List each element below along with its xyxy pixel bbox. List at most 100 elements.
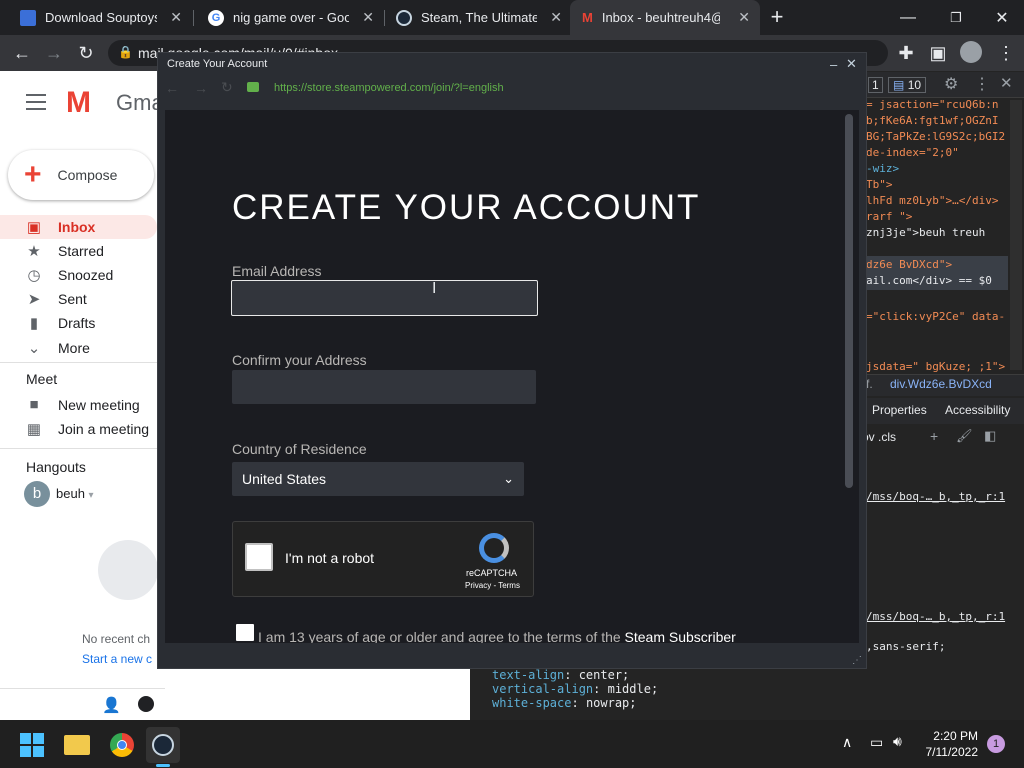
- close-icon[interactable]: ✕: [738, 9, 750, 26]
- code-line: lhFd mz0Lyb">…</div>: [866, 194, 999, 207]
- email-field[interactable]: [231, 280, 538, 316]
- add-rule-icon[interactable]: +: [930, 428, 938, 444]
- windows-start-icon[interactable]: [20, 733, 44, 757]
- clock-time[interactable]: 2:20 PM: [930, 729, 978, 743]
- hangouts-user[interactable]: beuh ▾: [56, 486, 94, 501]
- dialog-close-button[interactable]: ✕: [846, 56, 857, 72]
- chrome-icon[interactable]: [110, 733, 134, 757]
- clock-date[interactable]: 7/11/2022: [918, 745, 979, 759]
- maximize-button[interactable]: ❐: [932, 0, 980, 35]
- country-select[interactable]: United States ⌄: [232, 462, 524, 496]
- forward-button[interactable]: →: [38, 35, 70, 71]
- sidebar-item-starred[interactable]: ★ Starred: [26, 242, 104, 260]
- side-panel-icon[interactable]: ▣: [922, 35, 954, 71]
- tab-souptoys[interactable]: Download Souptoys 1.4 ✕: [8, 0, 192, 35]
- steam-taskbar-item[interactable]: [146, 727, 180, 763]
- code-line: Tb">: [866, 178, 893, 191]
- reload-button[interactable]: ↻: [70, 35, 102, 71]
- clock-icon: ◷: [27, 267, 41, 284]
- person-icon[interactable]: 👤: [102, 696, 121, 714]
- code-line: znj3je">beuh treuh: [866, 226, 986, 239]
- breadcrumb-item[interactable]: div.Wdz6e.BvDXcd: [890, 377, 992, 391]
- chevron-down-icon: ⌄: [503, 471, 514, 486]
- text-cursor-icon: I: [432, 280, 437, 297]
- tab-accessibility[interactable]: Accessibility: [945, 403, 1010, 417]
- volume-icon[interactable]: 🔊︎: [893, 733, 902, 750]
- new-tab-button[interactable]: +: [764, 5, 790, 31]
- settings-gear-icon[interactable]: ⚙: [944, 74, 958, 94]
- reload-icon[interactable]: ↻: [221, 79, 233, 96]
- close-window-button[interactable]: ✕: [978, 0, 1024, 35]
- tab-google-search[interactable]: G nig game over - Googl ✕: [196, 0, 384, 35]
- css-font-line: ,sans-serif;: [866, 640, 946, 653]
- file-explorer-icon[interactable]: [64, 735, 90, 755]
- google-icon: G: [208, 9, 224, 26]
- devtools-counter-b[interactable]: ▤ 10: [888, 77, 927, 93]
- close-icon[interactable]: ✕: [170, 9, 182, 26]
- devtools-scrollbar[interactable]: [1010, 100, 1022, 370]
- sidebar-item-label: Starred: [58, 243, 104, 259]
- paint-icon[interactable]: 🖌: [956, 428, 973, 444]
- start-new-link[interactable]: Start a new c: [82, 652, 152, 666]
- sidebar-item-label: More: [58, 340, 90, 356]
- extensions-icon[interactable]: ✚: [890, 35, 922, 71]
- avatar[interactable]: b: [24, 481, 50, 507]
- compose-button[interactable]: + Compose: [8, 150, 154, 200]
- sidebar-toggle-icon[interactable]: ◧: [984, 428, 996, 444]
- forward-arrow-icon[interactable]: →: [194, 80, 208, 96]
- join-meeting-link[interactable]: ▦ Join a meeting: [26, 420, 149, 438]
- menu-icon[interactable]: [26, 94, 46, 110]
- terms-checkbox[interactable]: [236, 624, 254, 641]
- active-app-indicator: [156, 764, 170, 767]
- back-button[interactable]: ←: [6, 35, 38, 71]
- scrollbar-thumb[interactable]: [845, 114, 853, 488]
- terms-link[interactable]: Steam Subscriber: [625, 629, 736, 643]
- confirm-email-field[interactable]: [232, 370, 536, 404]
- close-icon[interactable]: ✕: [550, 9, 562, 26]
- terms-text-body: I am 13 years of age or older and agree …: [258, 629, 621, 643]
- tab-inbox[interactable]: M Inbox - beuhtreuh4@g ✕: [570, 0, 760, 35]
- sidebar-item-label: Inbox: [58, 219, 96, 235]
- email-label: Email Address: [232, 263, 322, 279]
- devtools-counter-a[interactable]: 1: [868, 77, 883, 93]
- chevron-up-icon[interactable]: ∧: [842, 734, 852, 751]
- video-icon: ■: [29, 396, 39, 413]
- more-menu-icon[interactable]: ⋮: [990, 35, 1022, 71]
- recaptcha-links[interactable]: Privacy - Terms: [465, 581, 520, 590]
- minimize-button[interactable]: —: [884, 0, 932, 35]
- chevron-down-icon: ⌄: [27, 340, 41, 357]
- css-prop: vertical-align: [492, 682, 594, 696]
- sidebar-item-more[interactable]: ⌄ More: [26, 339, 90, 357]
- sidebar-item-drafts[interactable]: ▮ Drafts: [26, 314, 95, 332]
- tab-title: Steam, The Ultimate O: [421, 10, 537, 25]
- tab-properties[interactable]: Properties: [872, 403, 927, 417]
- hangouts-icon[interactable]: [138, 696, 154, 712]
- style-source-link[interactable]: /mss/boq-…_b,_tp,_r:1: [866, 610, 1006, 623]
- close-icon[interactable]: ✕: [362, 9, 374, 26]
- dialog-minimize-button[interactable]: –: [830, 57, 837, 72]
- message-icon: ▤: [893, 78, 905, 92]
- css-rule: vertical-align: middle;: [492, 682, 659, 696]
- css-rule: white-space: nowrap;: [492, 696, 637, 710]
- resize-grip-icon[interactable]: ⋰: [852, 655, 862, 666]
- sidebar-item-label: Snoozed: [58, 267, 114, 283]
- back-arrow-icon[interactable]: ←: [165, 80, 179, 96]
- sidebar-item-sent[interactable]: ➤ Sent: [26, 290, 87, 308]
- send-icon: ➤: [27, 291, 41, 308]
- notification-badge[interactable]: 1: [987, 735, 1005, 753]
- code-line: = jsaction="rcuQ6b:n: [866, 98, 999, 111]
- styles-filter[interactable]: ov .cls: [862, 430, 896, 444]
- sidebar-item-inbox[interactable]: ▣ Inbox: [26, 218, 95, 236]
- profile-avatar[interactable]: [960, 41, 982, 63]
- devtools-more-icon[interactable]: ⋮: [974, 74, 990, 94]
- sidebar-item-snoozed[interactable]: ◷ Snoozed: [26, 266, 113, 284]
- new-meeting-link[interactable]: ■ New meeting: [26, 396, 139, 413]
- star-icon: ★: [27, 243, 41, 260]
- devtools-close-icon[interactable]: ✕: [1000, 74, 1013, 92]
- recaptcha-checkbox[interactable]: [245, 543, 273, 571]
- lock-icon: 🔒: [118, 45, 133, 59]
- tab-steam[interactable]: Steam, The Ultimate O ✕: [384, 0, 572, 35]
- sidebar-item-label: Sent: [58, 291, 87, 307]
- style-source-link[interactable]: /mss/boq-…_b,_tp,_r:1: [866, 490, 1006, 503]
- network-icon[interactable]: ▭: [870, 734, 883, 751]
